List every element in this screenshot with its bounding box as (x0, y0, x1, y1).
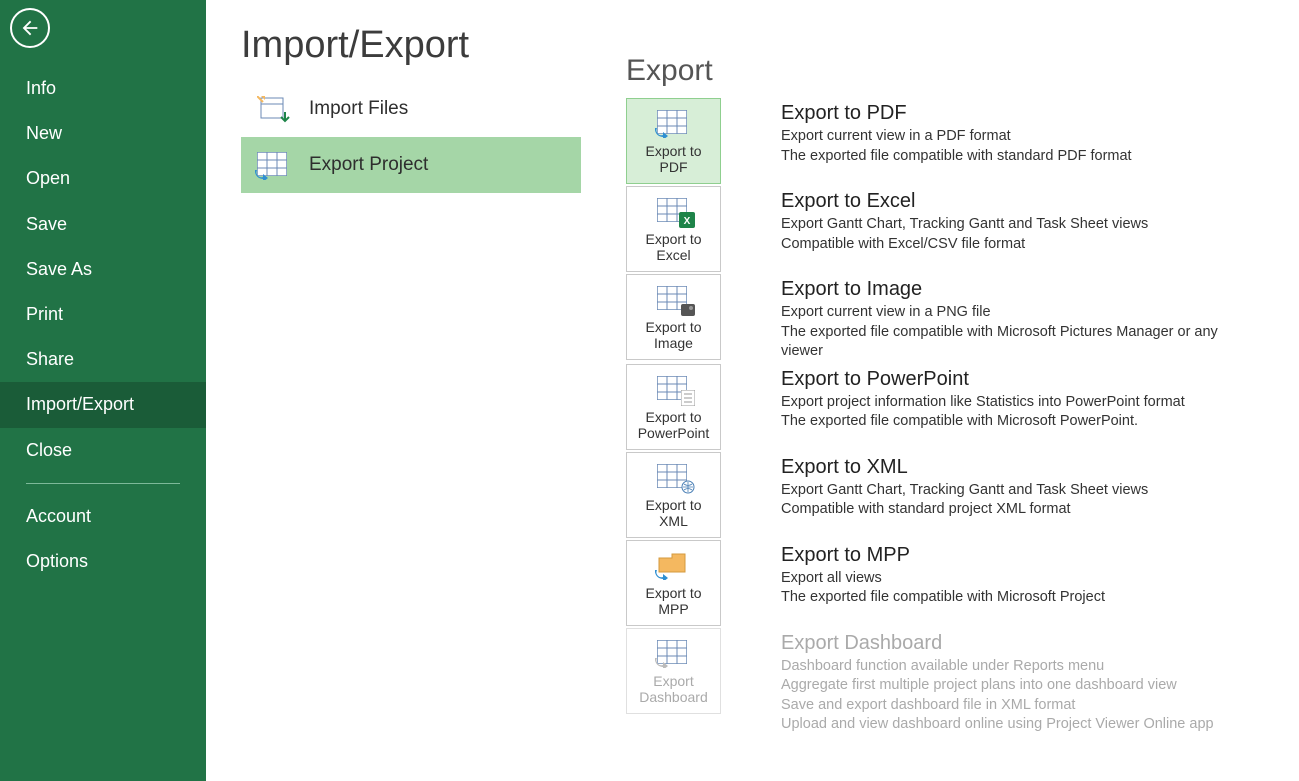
back-button[interactable] (10, 8, 50, 48)
desc-title: Export to MPP (781, 544, 1105, 567)
desc-line: Aggregate first multiple project plans i… (781, 676, 1214, 696)
import-files-icon (257, 95, 289, 123)
sidebar-item-info[interactable]: Info (0, 66, 206, 111)
export-project-icon (257, 151, 289, 179)
export-desc-xml: Export to XMLExport Gantt Chart, Trackin… (781, 452, 1148, 520)
export-tile-mpp[interactable]: Export toMPP (626, 540, 721, 626)
action-import-files[interactable]: Import Files (241, 81, 581, 137)
sidebar-item-save[interactable]: Save (0, 202, 206, 247)
dashboard-icon (657, 639, 691, 667)
action-label: Export Project (309, 154, 428, 176)
sidebar-item-close[interactable]: Close (0, 428, 206, 473)
export-heading: Export (626, 54, 1289, 88)
export-tile-excel[interactable]: X Export toExcel (626, 186, 721, 272)
export-panel: Export Export toPDFExport to PDFExport c… (626, 54, 1289, 737)
desc-title: Export to Excel (781, 190, 1148, 213)
export-row-image: Export toImage Export to ImageExport curr… (626, 274, 1289, 362)
desc-line: Dashboard function available under Repor… (781, 657, 1214, 677)
sidebar-item-new[interactable]: New (0, 111, 206, 156)
tile-label: Export toXML (645, 497, 701, 529)
desc-line: Compatible with Excel/CSV file format (781, 235, 1148, 255)
desc-line: Export all views (781, 569, 1105, 589)
action-list: Import Files Export Project (241, 81, 581, 193)
export-desc-dashboard: Export DashboardDashboard function avail… (781, 628, 1214, 735)
backstage-sidebar: InfoNewOpenSaveSave AsPrintShareImport/E… (0, 0, 206, 781)
desc-line: Export project information like Statisti… (781, 393, 1185, 413)
arrow-left-icon (19, 17, 41, 39)
desc-line: Export current view in a PNG file (781, 303, 1261, 323)
pdf-icon (657, 109, 691, 137)
desc-title: Export Dashboard (781, 632, 1214, 655)
tile-label: Export toPowerPoint (638, 409, 710, 441)
desc-line: The exported file compatible with standa… (781, 147, 1132, 167)
action-label: Import Files (309, 98, 408, 120)
tile-label: Export toPDF (645, 143, 701, 175)
desc-line: The exported file compatible with Micros… (781, 588, 1105, 608)
tile-label: Export toExcel (645, 231, 701, 263)
export-desc-excel: Export to ExcelExport Gantt Chart, Track… (781, 186, 1148, 254)
action-export-project[interactable]: Export Project (241, 137, 581, 193)
export-desc-image: Export to ImageExport current view in a … (781, 274, 1261, 362)
powerpoint-icon (657, 375, 691, 403)
desc-line: Export Gantt Chart, Tracking Gantt and T… (781, 481, 1148, 501)
desc-line: Compatible with standard project XML for… (781, 500, 1148, 520)
export-tile-xml[interactable]: Export toXML (626, 452, 721, 538)
sidebar-item-options[interactable]: Options (0, 539, 206, 584)
sidebar-item-account[interactable]: Account (0, 494, 206, 539)
desc-line: Export current view in a PDF format (781, 127, 1132, 147)
desc-title: Export to Image (781, 278, 1261, 301)
desc-line: Export Gantt Chart, Tracking Gantt and T… (781, 215, 1148, 235)
desc-title: Export to PDF (781, 102, 1132, 125)
export-row-pdf: Export toPDF Export to PDFExport current … (626, 98, 1289, 184)
desc-line: Upload and view dashboard online using P… (781, 715, 1214, 735)
tile-label: Export toMPP (645, 585, 701, 617)
export-row-dashboard: ExportDashboard Export DashboardDashboard… (626, 628, 1289, 735)
sidebar-separator (26, 483, 180, 484)
export-row-powerpoint: Export toPowerPoint Export to PowerPointE… (626, 364, 1289, 450)
export-row-excel: X Export toExcel Export to ExcelExport Gan… (626, 186, 1289, 272)
desc-title: Export to XML (781, 456, 1148, 479)
desc-line: The exported file compatible with Micros… (781, 412, 1185, 432)
export-tile-dashboard: ExportDashboard (626, 628, 721, 714)
sidebar-item-save-as[interactable]: Save As (0, 247, 206, 292)
xml-icon (657, 463, 691, 491)
export-row-mpp: Export toMPP Export to MPPExport all view… (626, 540, 1289, 626)
export-desc-pdf: Export to PDFExport current view in a PD… (781, 98, 1132, 166)
mpp-icon (657, 551, 691, 579)
content-area: Import/Export Import FilesExport Project… (206, 0, 1299, 781)
excel-icon: X (657, 197, 691, 225)
desc-title: Export to PowerPoint (781, 368, 1185, 391)
sidebar-item-print[interactable]: Print (0, 292, 206, 337)
desc-line: Save and export dashboard file in XML fo… (781, 696, 1214, 716)
tile-label: ExportDashboard (639, 673, 708, 705)
export-tile-powerpoint[interactable]: Export toPowerPoint (626, 364, 721, 450)
export-desc-powerpoint: Export to PowerPointExport project infor… (781, 364, 1185, 432)
desc-line: The exported file compatible with Micros… (781, 323, 1261, 362)
export-row-xml: Export toXML Export to XMLExport Gantt Ch… (626, 452, 1289, 538)
export-desc-mpp: Export to MPPExport all viewsThe exporte… (781, 540, 1105, 608)
sidebar-item-share[interactable]: Share (0, 337, 206, 382)
image-icon (657, 285, 691, 313)
sidebar-item-import-export[interactable]: Import/Export (0, 382, 206, 427)
sidebar-item-open[interactable]: Open (0, 156, 206, 201)
export-tile-image[interactable]: Export toImage (626, 274, 721, 360)
svg-text:X: X (683, 216, 690, 227)
tile-label: Export toImage (645, 319, 701, 351)
export-tile-pdf[interactable]: Export toPDF (626, 98, 721, 184)
